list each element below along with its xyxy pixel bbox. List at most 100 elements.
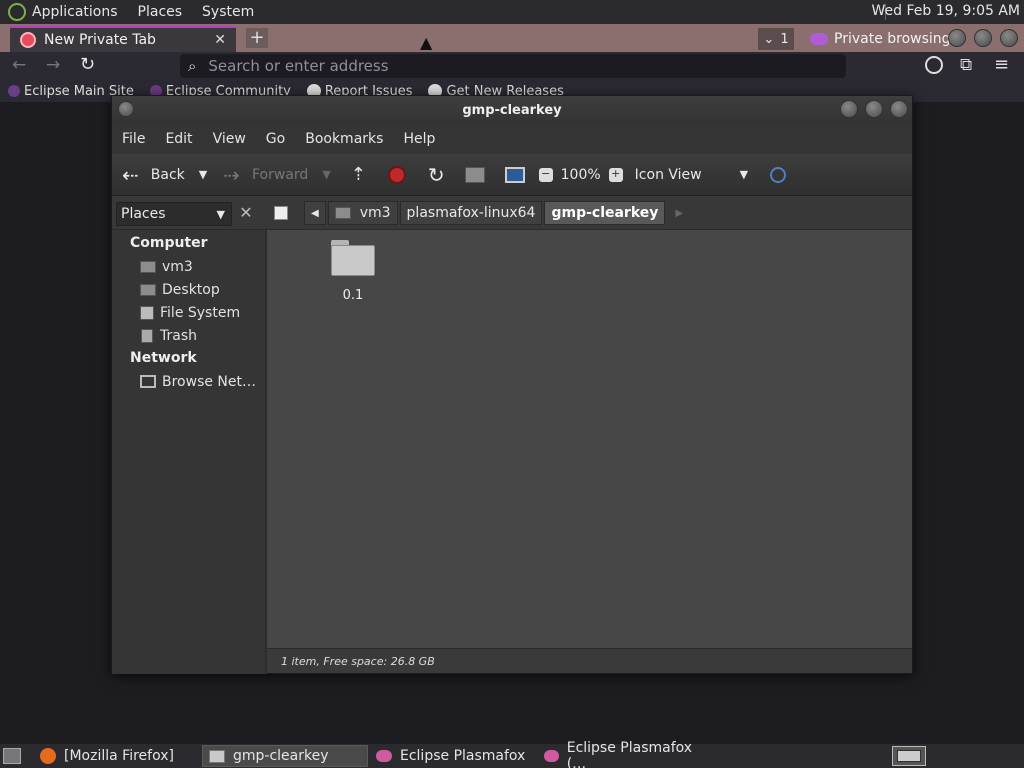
back-history-dropdown-icon[interactable]: ▼ [199, 168, 207, 181]
forward-button[interactable]: ⇢ Forward [223, 163, 308, 187]
forward-history-dropdown-icon[interactable]: ▼ [322, 168, 330, 181]
edit-icon [274, 206, 288, 220]
account-icon[interactable] [925, 56, 943, 74]
reload-icon[interactable]: ↻ [428, 163, 445, 187]
zoom-out-icon[interactable]: − [538, 167, 553, 182]
close-window-icon[interactable] [1000, 29, 1018, 47]
close-sidebar-icon[interactable]: ✕ [236, 203, 256, 225]
menu-bookmarks[interactable]: Bookmarks [305, 131, 383, 147]
task-firefox[interactable]: [Mozilla Firefox] [34, 745, 200, 767]
back-arrow-icon[interactable]: ← [12, 55, 26, 75]
sidebar-section-network: Network [130, 350, 197, 366]
maximize-icon[interactable] [974, 29, 992, 47]
tab-list-button[interactable]: ⌄ 1 [758, 28, 794, 50]
network-icon [140, 375, 156, 388]
desktop-folder-icon [140, 283, 156, 296]
stop-icon[interactable] [387, 165, 406, 184]
chevron-down-icon: ▼ [216, 207, 225, 221]
plus-icon: + [249, 27, 265, 48]
minimize-icon[interactable] [840, 100, 858, 118]
computer-icon[interactable] [504, 166, 525, 183]
window-titlebar[interactable]: gmp-clearkey [112, 96, 912, 124]
applications-menu[interactable]: Applications [32, 4, 118, 20]
view-mode-select[interactable]: Icon View ▼ [635, 167, 748, 183]
menu-go[interactable]: Go [266, 131, 285, 147]
workspace-switcher[interactable] [892, 746, 926, 766]
minimize-icon[interactable] [948, 29, 966, 47]
home-folder-icon [334, 207, 351, 219]
tab-count: 1 [780, 31, 789, 47]
breadcrumb: ◀ vm3 plasmafox-linux64 gmp-clearkey ▶ [268, 201, 683, 225]
show-desktop-icon[interactable] [3, 748, 21, 764]
tab-title: New Private Tab [44, 32, 156, 48]
plasmafox-icon [544, 750, 559, 762]
location-edit-toggle[interactable] [268, 201, 294, 225]
url-placeholder: Search or enter address [208, 57, 389, 75]
sidebar-item-vm3[interactable]: vm3 [112, 255, 265, 278]
chevron-down-icon: ⌄ [763, 31, 775, 47]
workspace-window-thumb [897, 750, 921, 762]
private-browsing-indicator: Private browsing [810, 28, 951, 50]
folder-item[interactable]: 0.1 [325, 240, 381, 303]
url-bar[interactable]: ⌕ Search or enter address [180, 54, 846, 78]
mate-logo-icon[interactable] [8, 3, 26, 21]
task-gmp-clearkey[interactable]: gmp-clearkey [202, 745, 368, 767]
task-eclipse-plasmafox-1[interactable]: Eclipse Plasmafox [370, 745, 536, 767]
sidebar-item-trash[interactable]: Trash [112, 324, 265, 347]
close-window-icon[interactable] [890, 100, 908, 118]
breadcrumb-scroll-right-icon[interactable]: ▶ [675, 208, 683, 219]
reload-icon[interactable]: ↻ [80, 54, 95, 75]
firefox-icon [40, 748, 56, 764]
toolbar: ⇠ Back ▼ ⇢ Forward ▼ ⇡ ↻ − 100% + Icon V… [112, 154, 912, 196]
places-menu[interactable]: Places [138, 4, 183, 20]
sidebar-item-desktop[interactable]: Desktop [112, 278, 265, 301]
sidebar-item-browse-network[interactable]: Browse Net… [112, 370, 265, 393]
menu-help[interactable]: Help [403, 131, 435, 147]
places-sidebar: Computer vm3 Desktop File System Trash N… [112, 230, 265, 674]
trash-icon [141, 328, 153, 343]
tab-new-private[interactable]: New Private Tab ✕ [10, 26, 236, 52]
back-button[interactable]: ⇠ Back [122, 163, 185, 187]
chevron-down-icon: ▼ [739, 168, 749, 181]
menu-file[interactable]: File [122, 131, 145, 147]
zoom-level[interactable]: 100% [561, 167, 601, 183]
location-bar: Places ▼ ✕ ◀ vm3 plasmafox-linux64 gmp-c… [112, 196, 912, 230]
eclipse-logo-icon [8, 85, 20, 97]
breadcrumb-gmp-clearkey[interactable]: gmp-clearkey [544, 201, 666, 225]
mouse-cursor-icon: ▲ [420, 33, 433, 52]
zoom-in-icon[interactable]: + [608, 167, 623, 182]
forward-arrow-icon[interactable]: → [46, 55, 60, 75]
folder-icon [209, 749, 225, 763]
home-folder-icon [140, 260, 156, 273]
clock[interactable]: Wed Feb 19, 9:05 AM [872, 3, 1020, 19]
search-icon[interactable] [770, 166, 787, 183]
sidebar-item-file-system[interactable]: File System [112, 301, 265, 324]
app-menu-icon[interactable]: ≡ [994, 54, 1009, 75]
close-tab-icon[interactable]: ✕ [214, 32, 226, 48]
chevron-left-icon: ◀ [311, 207, 319, 219]
menu-edit[interactable]: Edit [165, 131, 192, 147]
private-tab-icon [20, 32, 36, 48]
bottom-taskbar: [Mozilla Firefox] gmp-clearkey Eclipse P… [0, 740, 1024, 768]
window-title: gmp-clearkey [462, 102, 562, 118]
drive-icon [140, 305, 154, 320]
breadcrumb-plasmafox-linux64[interactable]: plasmafox-linux64 [399, 201, 543, 225]
status-bar: 1 item, Free space: 26.8 GB [267, 648, 912, 673]
plasmafox-icon [376, 750, 392, 762]
maximize-icon[interactable] [865, 100, 883, 118]
menu-view[interactable]: View [213, 131, 246, 147]
window-menu-icon[interactable] [118, 101, 134, 117]
task-eclipse-plasmafox-2[interactable]: Eclipse Plasmafox (… [538, 740, 704, 768]
new-tab-button[interactable]: + [246, 28, 268, 48]
sidebar-type-select[interactable]: Places ▼ [116, 202, 232, 226]
extensions-icon[interactable]: ⧉ [960, 55, 972, 75]
up-icon[interactable]: ⇡ [351, 164, 366, 185]
home-folder-icon[interactable] [464, 166, 485, 183]
system-menu[interactable]: System [202, 4, 254, 20]
top-panel: Applications Places System Wed Feb 19, 9… [0, 0, 1024, 24]
breadcrumb-vm3[interactable]: vm3 [327, 201, 398, 225]
icon-view[interactable]: 0.1 [267, 230, 912, 648]
private-browsing-label: Private browsing [834, 31, 951, 47]
menubar: File Edit View Go Bookmarks Help [112, 124, 912, 154]
breadcrumb-scroll-left[interactable]: ◀ [304, 201, 326, 225]
